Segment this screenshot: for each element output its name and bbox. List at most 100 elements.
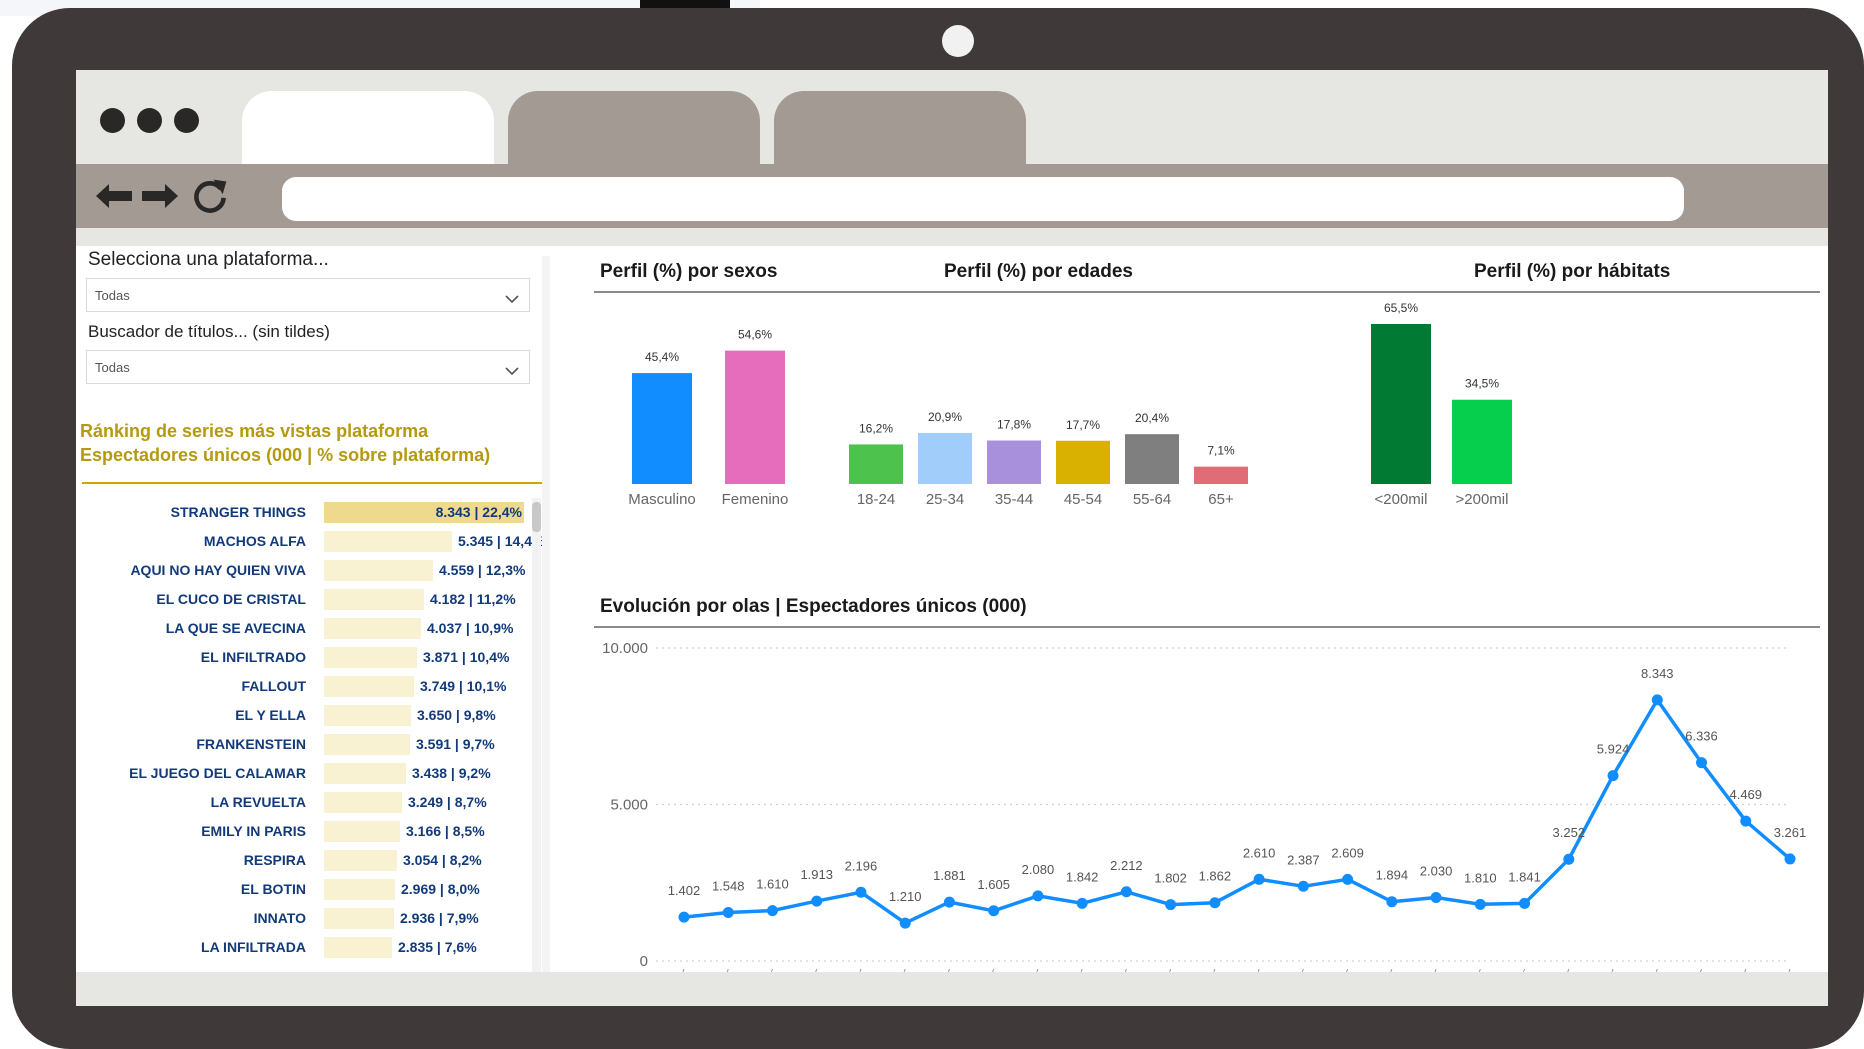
bar-category-label: 35-44 [995,491,1033,508]
line-data-label: 1.841 [1508,869,1541,884]
line-data-label: 2.196 [845,858,878,873]
window-controls[interactable] [100,108,199,133]
tab-second[interactable] [508,91,760,164]
line-point [1740,815,1752,827]
line-data-label: 1.802 [1154,871,1187,886]
report-page: Selecciona una plataforma... Todas Busca… [76,246,1828,1006]
bar-data-label: 54,6% [738,328,772,342]
line-point [1430,891,1442,903]
line-data-label: 1.402 [668,883,701,898]
line-data-label: 2.610 [1243,845,1276,860]
line-point [899,917,911,929]
line-point [1474,898,1486,910]
line-data-label: 1.862 [1199,869,1232,884]
line-data-label: 1.842 [1066,869,1099,884]
line-data-label: 1.913 [800,867,833,882]
line-point [1563,853,1575,865]
bar-data-label: 20,4% [1135,411,1169,425]
line-point [1297,880,1309,892]
bar-category-label: 18-24 [857,491,895,508]
bar-data-label: 65,5% [1384,301,1418,315]
address-bar[interactable] [282,177,1684,221]
browser-window: Selecciona una plataforma... Todas Busca… [76,70,1828,1006]
line-data-label: 2.387 [1287,852,1320,867]
line-point [1519,897,1531,909]
bar-data-label: 34,5% [1465,377,1499,391]
bar-mark [1125,434,1179,484]
bar-mark [1371,324,1431,484]
forward-arrow-icon[interactable] [140,176,180,216]
bar-category-label: 65+ [1208,491,1234,508]
line-data-label: 4.469 [1729,787,1762,802]
bar-data-label: 17,8% [997,418,1031,432]
line-data-label: 5.924 [1597,742,1630,757]
bar-category-label: Masculino [628,491,696,508]
bar-mark [632,373,692,484]
line-point [1120,886,1132,898]
line-point [1253,873,1265,885]
tab-active[interactable] [242,91,494,164]
line-point [1076,897,1088,909]
line-data-label: 1.210 [889,889,922,904]
bar-category-label: >200mil [1456,491,1509,508]
line-data-label: 1.610 [756,877,789,892]
line-data-label: 2.080 [1022,862,1055,877]
bar-data-label: 20,9% [928,410,962,424]
bar-mark [725,350,785,484]
camera-icon [942,25,974,57]
bar-data-label: 45,4% [645,350,679,364]
line-point [1607,770,1619,782]
line-point [1386,896,1398,908]
bar-mark [918,432,972,484]
bar-mark [849,444,903,484]
line-point [1784,853,1796,865]
line-point [766,905,778,917]
line-data-label: 1.548 [712,879,745,894]
bar-mark [987,440,1041,484]
line-point [1651,694,1663,706]
line-data-label: 3.252 [1553,825,1586,840]
line-point [1209,897,1221,909]
line-data-label: 2.030 [1420,863,1453,878]
line-data-label: 1.605 [977,877,1010,892]
tab-third[interactable] [774,91,1026,164]
bar-category-label: <200mil [1375,491,1428,508]
tablet-frame: Selecciona una plataforma... Todas Busca… [12,8,1864,1049]
line-point [1696,757,1708,769]
window-dot-icon[interactable] [100,108,125,133]
bar-category-label: 55-64 [1133,491,1171,508]
line-point [811,895,823,907]
line-point [722,907,734,919]
bar-data-label: 7,1% [1207,444,1235,458]
line-data-label: 6.336 [1685,729,1718,744]
line-data-label: 1.894 [1376,868,1409,883]
y-tick-label: 5.000 [610,797,648,814]
navigation-bar [76,164,1828,228]
window-dot-icon[interactable] [137,108,162,133]
line-data-label: 2.212 [1110,858,1143,873]
line-point [943,896,955,908]
bar-category-label: 25-34 [926,491,964,508]
line-data-label: 8.343 [1641,666,1674,681]
line-point [988,905,1000,917]
line-point [1165,899,1177,911]
line-data-label: 1.881 [933,868,966,883]
charts-canvas: 45,4% Masculino 54,6% Femenino 16,2% 18-24 20,… [602,301,1807,976]
line-data-label: 2.609 [1331,845,1364,860]
back-arrow-icon[interactable] [94,176,134,216]
reload-icon[interactable] [190,176,230,216]
line-data-label: 3.261 [1774,825,1807,840]
bar-mark [1194,466,1248,484]
page-bottom-band [76,972,1828,1006]
line-point [1032,890,1044,902]
window-dot-icon[interactable] [174,108,199,133]
bar-mark [1056,440,1110,484]
bar-data-label: 16,2% [859,421,893,435]
line-point [855,886,867,898]
bar-category-label: 45-54 [1064,491,1102,508]
line-point [1342,873,1354,885]
y-tick-label: 10.000 [602,640,648,657]
bar-category-label: Femenino [722,491,789,508]
tab-bar [76,70,1828,164]
bar-data-label: 17,7% [1066,418,1100,432]
